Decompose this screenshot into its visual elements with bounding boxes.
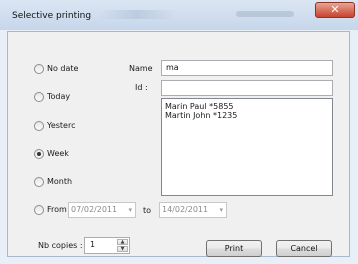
from-date-value: 07/02/2011 [71,205,118,214]
copies-stepper[interactable]: 1 ▲ ▼ [84,237,130,254]
radio-label: Yesterc [47,121,76,130]
title-blur-2 [236,11,294,17]
spin-up-icon[interactable]: ▲ [117,239,128,245]
to-date-picker[interactable]: 14/02/2011 ▾ [159,202,227,218]
copies-value: 1 [90,240,96,249]
radio-label: From [47,205,67,214]
title-bar: Selective printing ✕ [0,0,358,30]
radio-icon [34,92,44,102]
id-input[interactable] [161,80,333,96]
list-item[interactable]: Marin Paul *5855 [165,102,329,111]
selective-printing-dialog: Selective printing ✕ No date Today Yeste… [0,0,358,264]
to-label: to [143,206,152,215]
id-label: Id : [135,83,148,92]
from-date-picker[interactable]: 07/02/2011 ▾ [68,202,136,218]
radio-icon [34,121,44,131]
cancel-button[interactable]: Cancel [276,240,332,257]
close-button[interactable]: ✕ [315,2,355,18]
radio-label: No date [47,64,79,73]
title-blur [98,10,176,19]
dropdown-arrow-icon: ▾ [128,206,132,214]
window-title: Selective printing [12,11,92,21]
print-button[interactable]: Print [206,240,262,257]
radio-icon [34,177,44,187]
results-list[interactable]: Marin Paul *5855 Martin John *1235 [161,98,333,196]
name-input[interactable]: ma [161,60,333,76]
radio-icon [34,64,44,74]
list-item[interactable]: Martin John *1235 [165,111,329,120]
spin-down-icon[interactable]: ▼ [117,246,128,252]
to-date-value: 14/02/2011 [162,205,209,214]
radio-label: Week [47,149,69,158]
name-label: Name [129,64,153,73]
copies-label: Nb copies : [38,241,83,250]
radio-selected-icon [34,149,44,159]
radio-label: Today [47,92,71,101]
radio-label: Month [47,177,73,186]
radio-icon [34,205,44,215]
dropdown-arrow-icon: ▾ [219,206,223,214]
